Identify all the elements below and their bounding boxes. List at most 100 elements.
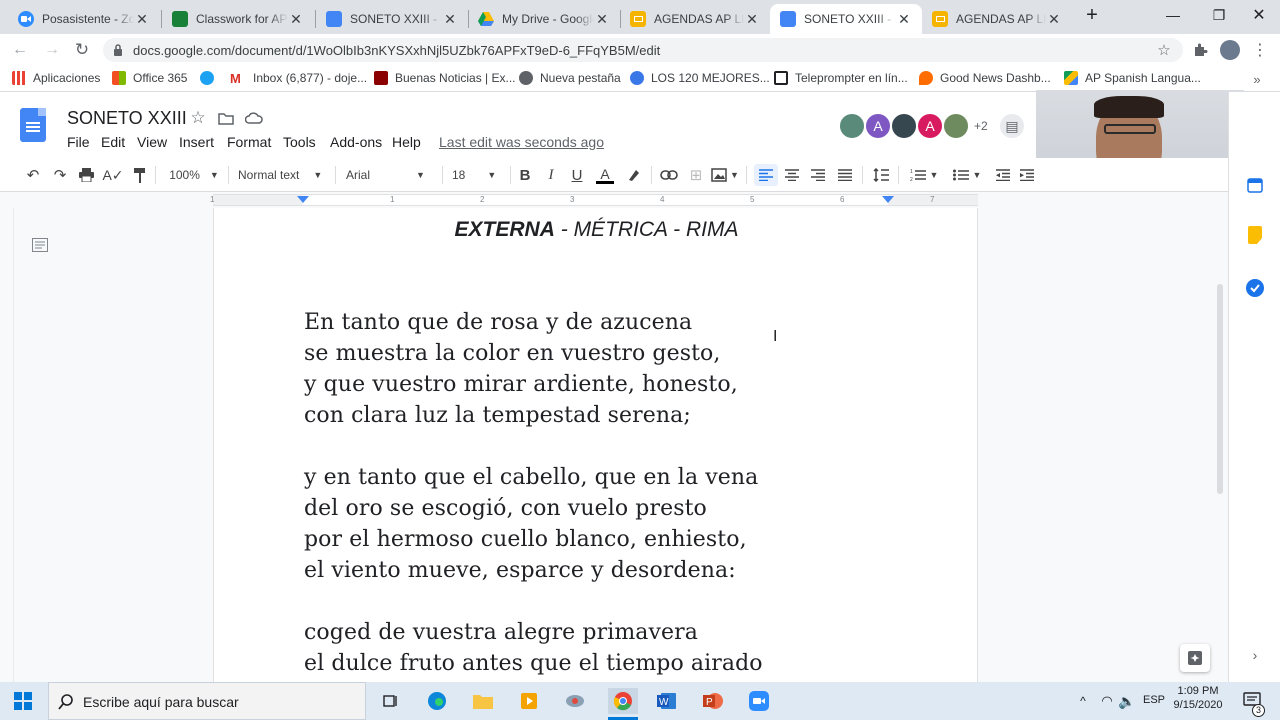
- align-center-button[interactable]: [781, 164, 803, 186]
- media-player-icon[interactable]: [516, 688, 542, 714]
- collaborators-more[interactable]: +2: [974, 119, 988, 133]
- font-select[interactable]: Arial ▼: [346, 164, 436, 186]
- style-select[interactable]: Normal text ▼: [238, 164, 328, 186]
- powerpoint-icon[interactable]: P: [700, 688, 726, 714]
- windows-start-icon[interactable]: [10, 688, 36, 714]
- more-icon[interactable]: ⋮: [1252, 40, 1268, 60]
- link-icon[interactable]: [658, 164, 680, 186]
- taskbar-search[interactable]: Escribe aquí para buscar: [48, 682, 366, 720]
- chevron-up-icon[interactable]: ^: [1070, 688, 1096, 714]
- reload-icon[interactable]: ↻: [72, 40, 92, 60]
- keep-icon[interactable]: [1245, 226, 1265, 244]
- tasks-icon[interactable]: [1245, 278, 1265, 298]
- star-icon[interactable]: ☆: [1155, 40, 1173, 60]
- line-spacing-icon[interactable]: [870, 164, 892, 186]
- word-icon[interactable]: W: [654, 688, 680, 714]
- new-tab-button[interactable]: +: [1078, 0, 1106, 30]
- task-view-icon[interactable]: [378, 688, 404, 714]
- close-icon[interactable]: ✕: [442, 11, 458, 28]
- file-explorer-icon[interactable]: [470, 688, 496, 714]
- back-icon[interactable]: ←: [10, 40, 30, 60]
- bookmark-twitter[interactable]: [200, 71, 221, 85]
- close-window-button[interactable]: ✕: [1236, 0, 1280, 30]
- bookmark-office[interactable]: Office 365: [112, 71, 187, 85]
- menu-addons[interactable]: Add-ons: [330, 134, 382, 150]
- avatar[interactable]: [838, 112, 866, 140]
- tab-agendas-2[interactable]: AGENDAS AP LIT ✕: [922, 4, 1072, 34]
- move-folder-icon[interactable]: [216, 108, 236, 128]
- redo-icon[interactable]: ↷: [49, 164, 71, 186]
- zoom-select[interactable]: 100% ▼: [166, 164, 222, 186]
- comment-history-icon[interactable]: ▤: [998, 112, 1026, 140]
- chrome-icon[interactable]: [608, 688, 638, 714]
- underline-button[interactable]: U: [567, 164, 587, 186]
- print-icon[interactable]: [75, 164, 97, 186]
- align-right-button[interactable]: [807, 164, 829, 186]
- highlight-icon[interactable]: [623, 164, 645, 186]
- close-icon[interactable]: ✕: [1046, 11, 1062, 28]
- avatar[interactable]: A: [864, 112, 892, 140]
- avatar[interactable]: [942, 112, 970, 140]
- close-icon[interactable]: ✕: [288, 11, 304, 28]
- doc-title[interactable]: SONETO XXIII: [67, 108, 187, 129]
- paint-format-icon[interactable]: [129, 164, 151, 186]
- bookmark-buenas[interactable]: Buenas Noticias | Ex...: [374, 71, 516, 85]
- language-indicator[interactable]: ESP: [1143, 694, 1165, 706]
- bookmark-goodnews[interactable]: Good News Dashb...: [919, 71, 1051, 85]
- tab-classwork[interactable]: Classwork for AP S ✕: [162, 4, 314, 34]
- menu-view[interactable]: View: [137, 134, 167, 150]
- increase-indent-icon[interactable]: [1017, 164, 1037, 186]
- tab-soneto-1[interactable]: SONETO XXIII - Google Docs ✕: [316, 4, 468, 34]
- close-icon[interactable]: ✕: [134, 11, 150, 28]
- decrease-indent-icon[interactable]: [992, 164, 1014, 186]
- numbered-list-icon[interactable]: 1 2 ▼: [906, 164, 942, 186]
- menu-format[interactable]: Format: [227, 134, 271, 150]
- bookmark-gmail[interactable]: M Inbox (6,877) - doje...: [230, 71, 367, 86]
- scrollbar-thumb[interactable]: [1217, 284, 1223, 494]
- left-indent-marker[interactable]: [297, 196, 309, 203]
- tab-soneto-active[interactable]: SONETO XXIII - Google Docs ✕: [770, 4, 922, 34]
- bookmark-apps[interactable]: Aplicaciones: [12, 71, 100, 85]
- omnibox[interactable]: docs.google.com/document/d/1WoOlbIb3nKYS…: [103, 38, 1183, 62]
- close-icon[interactable]: ✕: [594, 11, 610, 28]
- spellcheck-icon[interactable]: A✓: [102, 164, 124, 186]
- docs-logo-icon[interactable]: [20, 108, 46, 142]
- menu-file[interactable]: File: [67, 134, 90, 150]
- avatar[interactable]: [890, 112, 918, 140]
- menu-edit[interactable]: Edit: [101, 134, 125, 150]
- justify-button[interactable]: [834, 164, 856, 186]
- font-size-select[interactable]: 18 ▼: [452, 164, 502, 186]
- insert-image-icon[interactable]: ▼: [710, 164, 740, 186]
- calendar-icon[interactable]: [1245, 176, 1265, 194]
- right-indent-marker[interactable]: [882, 196, 894, 203]
- extensions-icon[interactable]: [1190, 40, 1210, 60]
- menu-help[interactable]: Help: [392, 134, 421, 150]
- close-icon[interactable]: ✕: [744, 11, 760, 28]
- profile-avatar[interactable]: [1220, 40, 1240, 60]
- chevron-right-icon[interactable]: ›: [1246, 646, 1264, 664]
- menu-tools[interactable]: Tools: [283, 134, 316, 150]
- clock[interactable]: 1:09 PM 9/15/2020: [1170, 685, 1226, 711]
- last-edit-link[interactable]: Last edit was seconds ago: [439, 134, 604, 150]
- document-page[interactable]: EXTERNA - MÉTRICA - RIMA En tanto que de…: [213, 208, 978, 682]
- bookmark-apspanish[interactable]: AP Spanish Langua...: [1064, 71, 1201, 85]
- outline-icon[interactable]: [30, 236, 50, 254]
- tab-zoom[interactable]: Posasistente - Zoom ✕: [8, 4, 160, 34]
- app-icon[interactable]: [562, 688, 588, 714]
- undo-icon[interactable]: ↶: [22, 164, 44, 186]
- text-color-button[interactable]: A: [594, 164, 616, 186]
- bookmark-teleprompter[interactable]: Teleprompter en lín...: [774, 71, 908, 85]
- tab-drive[interactable]: My Drive - Google Drive ✕: [468, 4, 620, 34]
- avatar[interactable]: A: [916, 112, 944, 140]
- chevron-right-icon[interactable]: »: [1250, 70, 1264, 88]
- bookmark-nueva[interactable]: Nueva pestaña: [519, 71, 621, 85]
- zoom-app-icon[interactable]: [746, 688, 772, 714]
- tab-agendas-1[interactable]: AGENDAS AP LIT ✕: [620, 4, 770, 34]
- forward-icon[interactable]: →: [42, 40, 62, 60]
- star-icon[interactable]: ☆: [188, 108, 208, 128]
- italic-button[interactable]: I: [541, 164, 561, 186]
- align-left-button[interactable]: [754, 164, 778, 186]
- comment-add-icon[interactable]: ⊞: [685, 164, 707, 186]
- menu-insert[interactable]: Insert: [179, 134, 214, 150]
- bulleted-list-icon[interactable]: ▼: [949, 164, 985, 186]
